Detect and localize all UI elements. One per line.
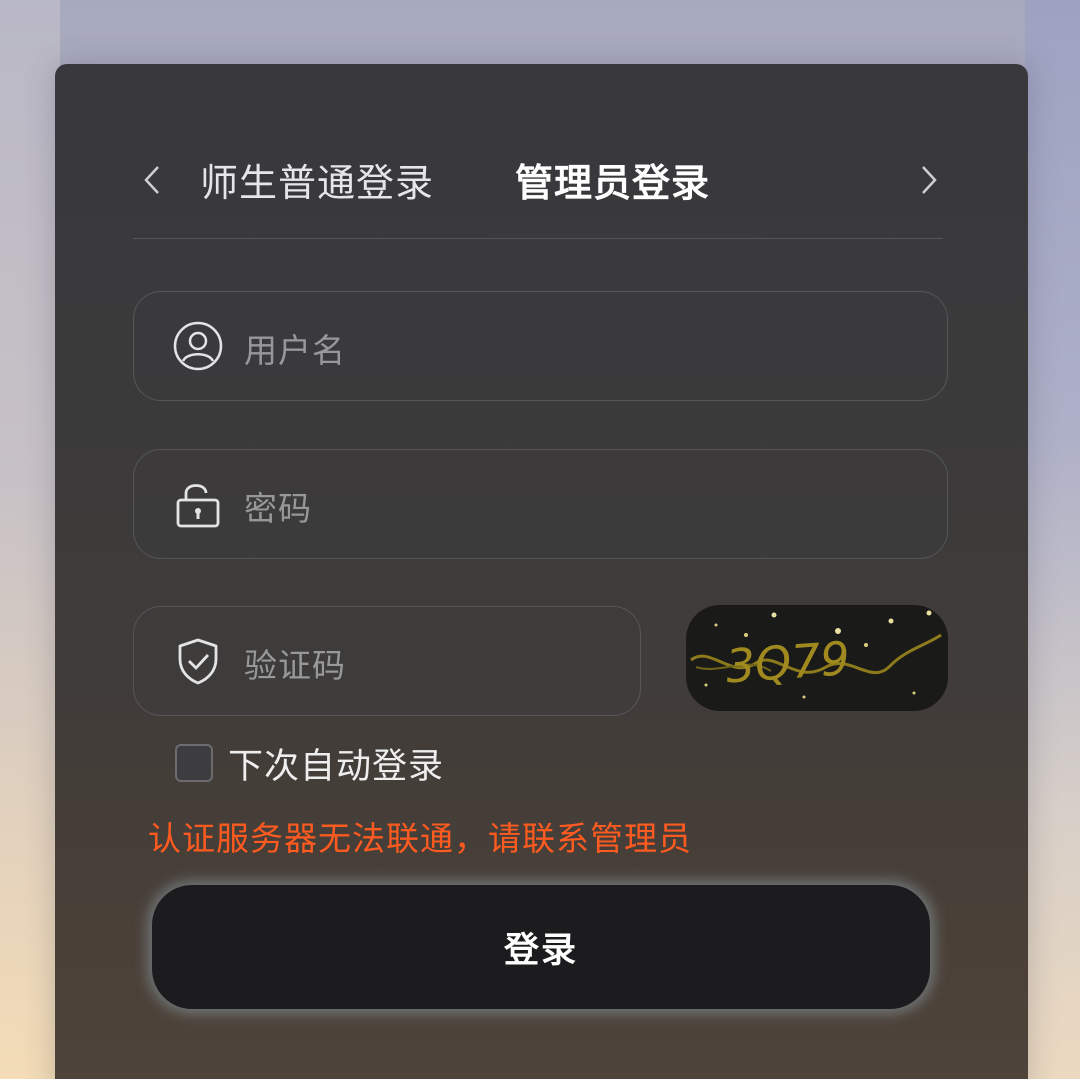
tab-general-login[interactable]: 师生普通登录 [200,152,434,207]
password-field[interactable]: 密码 [133,449,948,559]
shield-check-icon [172,635,224,687]
error-message: 认证服务器无法联通，请联系管理员 [148,819,692,858]
login-button[interactable]: 登录 [152,885,930,1009]
background-left [0,0,60,1079]
captcha-text: 3Q79 [724,631,851,694]
captcha-image[interactable]: 3Q79 [686,605,948,711]
username-field[interactable]: 用户名 [133,291,948,401]
password-input[interactable]: 密码 [244,482,312,530]
background-right [1025,0,1080,1079]
captcha-input[interactable]: 验证码 [244,639,346,687]
chevron-left-icon[interactable] [138,162,168,198]
user-icon [172,320,224,372]
remember-checkbox[interactable] [175,744,213,782]
active-tab-indicator [488,233,753,236]
login-tabs: 师生普通登录 管理员登录 [133,140,943,239]
captcha-field[interactable]: 验证码 [133,606,641,716]
chevron-right-icon[interactable] [913,162,943,198]
tab-admin-login[interactable]: 管理员登录 [515,152,710,207]
username-input[interactable]: 用户名 [244,324,346,372]
lock-icon [172,478,224,530]
remember-label[interactable]: 下次自动登录 [228,738,444,789]
